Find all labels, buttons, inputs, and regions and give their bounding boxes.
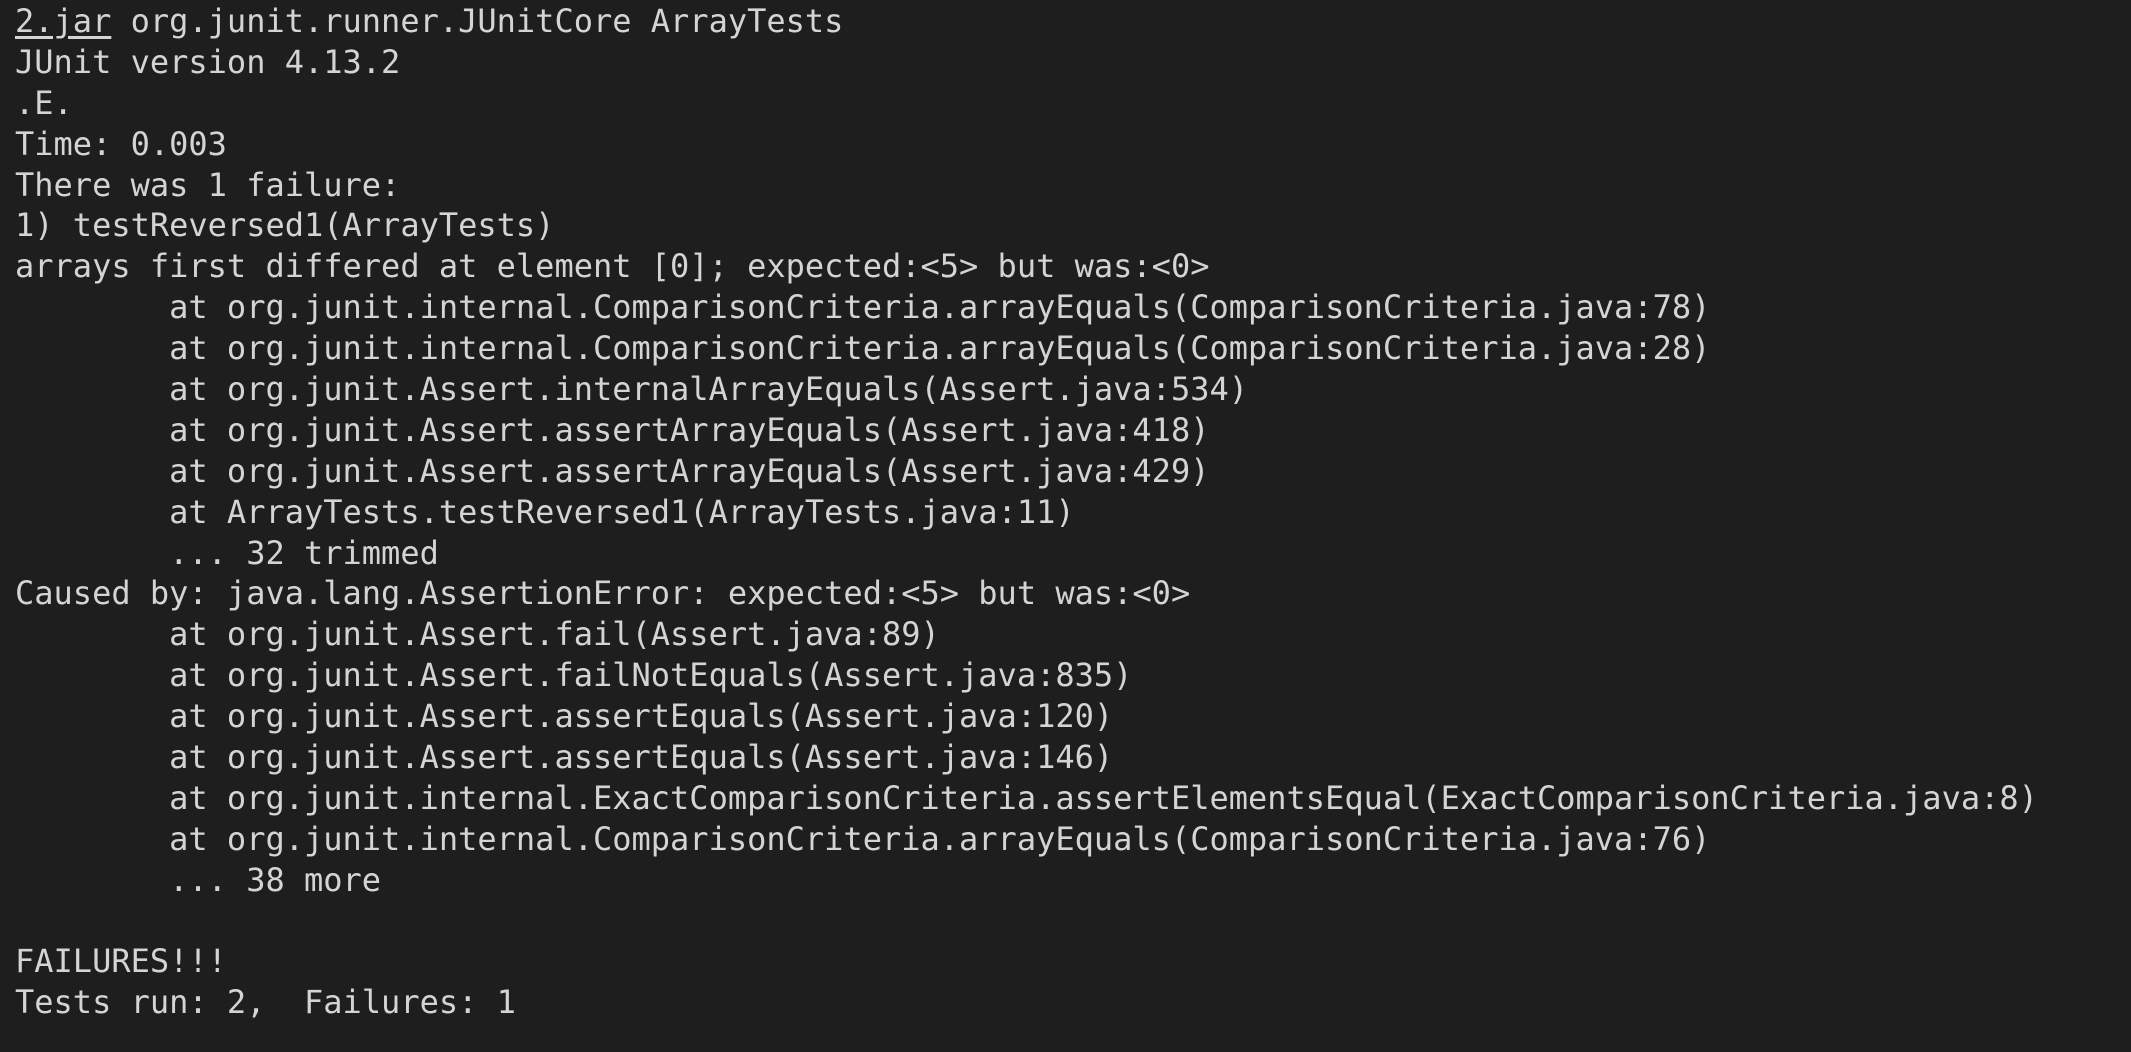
output-line: Time: 0.003 <box>15 124 227 163</box>
stack-trace-line: at org.junit.internal.ExactComparisonCri… <box>15 778 2038 817</box>
stack-trace-line: at ArrayTests.testReversed1(ArrayTests.j… <box>15 492 1075 531</box>
output-line: JUnit version 4.13.2 <box>15 42 401 81</box>
stack-trace-line: at org.junit.Assert.fail(Assert.java:89) <box>15 615 940 654</box>
output-line: arrays first differed at element [0]; ex… <box>15 247 1210 286</box>
stack-trace-line: at org.junit.internal.ComparisonCriteria… <box>15 819 1711 858</box>
stack-trace-line: at org.junit.Assert.assertEquals(Assert.… <box>15 738 1114 777</box>
command-line: 2.jar org.junit.runner.JUnitCore ArrayTe… <box>15 1 2131 42</box>
stack-trace-line: at org.junit.Assert.internalArrayEquals(… <box>15 370 1248 409</box>
output-line: 1) testReversed1(ArrayTests) <box>15 206 555 245</box>
stack-trace-line: ... 32 trimmed <box>15 533 439 572</box>
output-line: Caused by: java.lang.AssertionError: exp… <box>15 574 1191 613</box>
jar-link[interactable]: 2.jar <box>15 2 111 40</box>
stack-trace-line: at org.junit.Assert.failNotEquals(Assert… <box>15 656 1133 695</box>
stack-trace-line: at org.junit.Assert.assertEquals(Assert.… <box>15 697 1114 736</box>
stack-trace-line: at org.junit.Assert.assertArrayEquals(As… <box>15 451 1210 490</box>
output-line: There was 1 failure: <box>15 165 401 204</box>
stack-trace-line: at org.junit.internal.ComparisonCriteria… <box>15 288 1711 327</box>
output-line: Tests run: 2, Failures: 1 <box>15 983 516 1022</box>
terminal-window[interactable]: 2.jar org.junit.runner.JUnitCore ArrayTe… <box>0 0 2131 1052</box>
output-line: FAILURES!!! <box>15 942 227 981</box>
stack-trace-line: at org.junit.Assert.assertArrayEquals(As… <box>15 410 1210 449</box>
output-line: .E. <box>15 83 73 122</box>
stack-trace-line: at org.junit.internal.ComparisonCriteria… <box>15 329 1711 368</box>
stack-trace-line: ... 38 more <box>15 860 382 899</box>
command-text: org.junit.runner.JUnitCore ArrayTests <box>111 2 844 40</box>
